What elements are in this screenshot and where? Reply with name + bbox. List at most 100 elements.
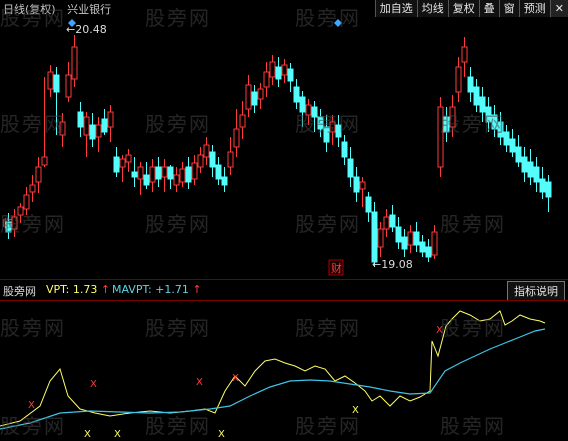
- candle-body: [443, 116, 450, 133]
- candle-body: [65, 74, 72, 98]
- candle-body: [527, 161, 534, 178]
- candle-body: [407, 231, 414, 246]
- buy-signal: X: [114, 429, 121, 440]
- candle-body: [53, 74, 60, 93]
- candle-body: [17, 206, 24, 216]
- period-label[interactable]: 日线(复权): [3, 3, 56, 16]
- candle-body: [497, 121, 504, 138]
- candle-body: [227, 151, 234, 168]
- candle-body: [335, 124, 342, 138]
- candle-body: [371, 211, 378, 263]
- low-price-label: ←19.08: [372, 258, 413, 271]
- candle-body: [305, 104, 312, 116]
- candle-body: [257, 88, 264, 100]
- close-icon[interactable]: ✕: [549, 0, 568, 17]
- chart-toolbar: 加自选 均线 复权 叠 窗 预测 ✕: [374, 0, 568, 17]
- indicator-help-button[interactable]: 指标说明: [507, 281, 565, 301]
- candle-body: [149, 166, 156, 183]
- buy-signal: X: [84, 429, 91, 440]
- forecast-button[interactable]: 预测: [518, 0, 550, 17]
- candle-body: [485, 106, 492, 123]
- candle-body: [317, 116, 324, 130]
- candle-body: [509, 138, 516, 153]
- candle-body: [215, 164, 222, 180]
- vpt-line: [0, 310, 546, 427]
- candle-body: [209, 151, 216, 168]
- candle-body: [413, 231, 420, 246]
- candle-body: [329, 121, 336, 133]
- candle-body: [41, 156, 48, 166]
- add-watchlist-button[interactable]: 加自选: [374, 0, 417, 17]
- sell-signal: X: [232, 373, 239, 384]
- candle-body: [167, 166, 174, 180]
- candle-body: [47, 71, 54, 90]
- candle-body: [173, 174, 180, 186]
- high-price-label: ←20.48: [66, 23, 107, 36]
- candle-body: [239, 114, 246, 128]
- window-button[interactable]: 窗: [498, 0, 519, 17]
- candle-body: [365, 196, 372, 213]
- stock-name: 兴业银行: [67, 3, 112, 16]
- candle-body: [29, 184, 36, 193]
- candle-body: [251, 91, 258, 106]
- candle-body: [383, 216, 390, 230]
- candle-body: [269, 61, 276, 78]
- candle-body: [221, 176, 228, 186]
- candle-body: [545, 181, 552, 198]
- candle-body: [83, 116, 90, 136]
- candle-body: [59, 121, 66, 136]
- candle-body: [353, 176, 360, 193]
- indicator-header: 股旁网 VPT: 1.73 ↑ MAVPT: +1.71 ↑ 指标说明: [0, 280, 568, 301]
- vpt-value: VPT: 1.73 ↑: [46, 283, 111, 296]
- stock-chart-window: 日线(复权) 兴业银行 加自选 均线 复权 叠 窗 预测 ✕ ←20.48 ←19…: [0, 0, 568, 441]
- candle-body: [179, 168, 186, 183]
- candle-body: [125, 154, 132, 163]
- sell-signal: X: [90, 379, 97, 390]
- candle-body: [431, 231, 438, 256]
- sell-signal: X: [196, 377, 203, 388]
- candle-body: [155, 166, 162, 180]
- candle-body: [197, 154, 204, 168]
- candle-body: [491, 114, 498, 130]
- candle-body: [137, 166, 144, 180]
- moving-average-button[interactable]: 均线: [416, 0, 448, 17]
- candle-body: [191, 162, 198, 180]
- candle-body: [23, 194, 30, 210]
- candle-body: [521, 156, 528, 173]
- adjust-button[interactable]: 复权: [447, 0, 479, 17]
- candle-body: [377, 228, 384, 248]
- candle-body: [503, 131, 510, 146]
- candle-body: [479, 96, 486, 113]
- mavpt-value: MAVPT: +1.71 ↑: [112, 283, 202, 296]
- candle-body: [515, 146, 522, 163]
- sell-signal: X: [436, 325, 443, 336]
- candle-body: [89, 124, 96, 140]
- candle-body: [71, 46, 78, 80]
- candle-body: [401, 236, 408, 250]
- indicator-name: 股旁网: [3, 285, 36, 298]
- vpt-indicator-chart: X X X X X X X X X: [0, 310, 546, 440]
- candle-body: [299, 96, 306, 113]
- sell-signal: X: [28, 400, 35, 411]
- candle-body: [539, 178, 546, 193]
- candle-body: [143, 174, 150, 186]
- candle-body: [233, 128, 240, 148]
- candle-body: [107, 111, 114, 128]
- candle-body: [113, 156, 120, 173]
- candle-body: [359, 181, 366, 190]
- candle-body: [323, 126, 330, 143]
- candle-body: [425, 246, 432, 258]
- candle-body: [35, 166, 42, 183]
- candle-body: [77, 111, 84, 128]
- candle-body: [389, 214, 396, 228]
- candle-body: [161, 166, 168, 178]
- candle-body: [461, 46, 468, 63]
- candle-body: [419, 241, 426, 253]
- mavpt-line: [0, 328, 546, 430]
- event-marker-icon: [334, 19, 342, 27]
- candle-body: [449, 106, 456, 128]
- candle-body: [473, 86, 480, 106]
- buy-signal: X: [218, 429, 225, 440]
- candle-body: [287, 68, 294, 82]
- overlay-button[interactable]: 叠: [478, 0, 499, 17]
